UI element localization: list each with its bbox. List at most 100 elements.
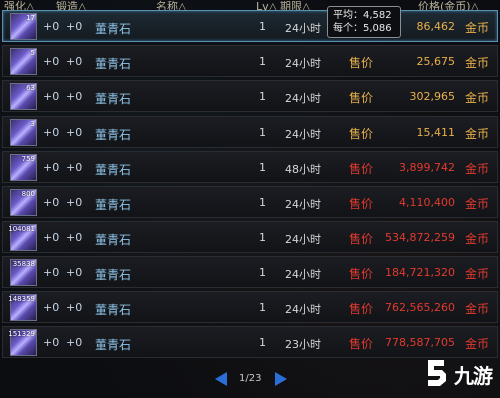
item-name: 董青石 (95, 338, 132, 352)
avg-value: 4,582 (363, 10, 392, 21)
item-name: 董青石 (95, 268, 132, 282)
stack-count: 148359 (8, 295, 35, 303)
price-tooltip: 平均：4,582 每个：5,086 (327, 6, 401, 38)
table-row[interactable]: 35838 +0 +0 董青石 1 24小时 售价 184,721,320 金币 (2, 256, 498, 288)
cordierite-item-icon[interactable]: 5 (10, 48, 37, 75)
cordierite-item-icon[interactable]: 35838 (10, 259, 37, 286)
listing-period: 23小时 (285, 338, 321, 351)
forge-value: +0 (66, 161, 83, 174)
item-level: 1 (259, 161, 266, 174)
listing-period: 24小时 (285, 198, 321, 211)
stack-count: 151329 (8, 330, 35, 338)
stack-count: 759 (21, 155, 35, 163)
price-unit: 金币 (464, 21, 489, 35)
avg-label: 平均： (333, 10, 363, 21)
stack-count: 3 (30, 120, 35, 128)
price-value: 4,110,400 (399, 196, 455, 209)
item-name: 董青石 (95, 92, 132, 106)
listing-period: 24小时 (285, 22, 321, 35)
price-value: 762,565,260 (385, 301, 455, 314)
item-level: 1 (259, 196, 266, 209)
table-row[interactable]: 63 +0 +0 董青石 1 24小时 售价 302,965 金币 (2, 80, 498, 112)
enhance-value: +0 (43, 266, 60, 279)
price-value: 86,462 (416, 20, 456, 33)
price-unit: 金币 (464, 267, 489, 281)
sale-label: 售价 (349, 267, 374, 281)
table-row[interactable]: 148359 +0 +0 董青石 1 24小时 售价 762,565,260 金币 (2, 291, 498, 323)
forge-value: +0 (66, 90, 83, 103)
price-unit: 金币 (464, 91, 489, 105)
cordierite-item-icon[interactable]: 63 (10, 83, 37, 110)
watermark-logo: 九游 (420, 350, 498, 394)
item-level: 1 (259, 266, 266, 279)
sale-label: 售价 (349, 197, 374, 211)
logo-mark-icon (428, 360, 446, 386)
next-page-icon[interactable] (275, 372, 287, 386)
price-value: 15,411 (416, 126, 456, 139)
price-value: 184,721,320 (385, 266, 455, 279)
sale-label: 售价 (349, 127, 374, 141)
forge-value: +0 (66, 231, 83, 244)
enhance-value: +0 (43, 55, 60, 68)
listing-period: 24小时 (285, 57, 321, 70)
price-unit: 金币 (464, 232, 489, 246)
cordierite-item-icon[interactable]: 800 (10, 189, 37, 216)
price-unit: 金币 (464, 162, 489, 176)
table-row[interactable]: 3 +0 +0 董青石 1 24小时 售价 15,411 金币 (2, 116, 498, 148)
enhance-value: +0 (43, 196, 60, 209)
item-level: 1 (259, 231, 266, 244)
table-row[interactable]: 5 +0 +0 董青石 1 24小时 售价 25,675 金币 (2, 45, 498, 77)
cordierite-item-icon[interactable]: 148359 (8, 294, 37, 321)
cordierite-item-icon[interactable]: 104081 (8, 224, 37, 251)
forge-value: +0 (66, 126, 83, 139)
stack-count: 17 (26, 14, 35, 22)
item-name: 董青石 (95, 233, 132, 247)
item-level: 1 (259, 55, 266, 68)
stack-count: 5 (30, 49, 35, 57)
table-row[interactable]: 800 +0 +0 董青石 1 24小时 售价 4,110,400 金币 (2, 186, 498, 218)
forge-value: +0 (66, 301, 83, 314)
forge-value: +0 (66, 20, 83, 33)
enhance-value: +0 (43, 20, 60, 33)
listing-period: 24小时 (285, 128, 321, 141)
price-unit: 金币 (464, 56, 489, 70)
stack-count: 35838 (12, 260, 35, 268)
sale-label: 售价 (349, 232, 374, 246)
cordierite-item-icon[interactable]: 759 (10, 154, 37, 181)
stack-count: 63 (26, 84, 35, 92)
forge-value: +0 (66, 55, 83, 68)
listing-period: 48小时 (285, 163, 321, 176)
table-row[interactable]: 759 +0 +0 董青石 1 48小时 售价 3,899,742 金币 (2, 151, 498, 183)
table-row[interactable]: 104081 +0 +0 董青石 1 24小时 售价 534,872,259 金币 (2, 221, 498, 253)
cordierite-item-icon[interactable]: 3 (10, 119, 37, 146)
sale-label: 售价 (349, 162, 374, 176)
listing-period: 24小时 (285, 303, 321, 316)
forge-value: +0 (66, 196, 83, 209)
enhance-value: +0 (43, 90, 60, 103)
item-name: 董青石 (95, 163, 132, 177)
each-value: 5,086 (363, 23, 392, 34)
price-unit: 金币 (464, 302, 489, 316)
item-name: 董青石 (95, 303, 132, 317)
item-name: 董青石 (95, 57, 132, 71)
price-value: 3,899,742 (399, 161, 455, 174)
cordierite-item-icon[interactable]: 17 (10, 13, 37, 40)
price-value: 778,587,705 (385, 336, 455, 349)
prev-page-icon[interactable] (215, 372, 227, 386)
logo-text: 九游 (454, 364, 493, 388)
each-label: 每个： (333, 23, 363, 34)
sale-label: 售价 (349, 91, 374, 105)
listing-period: 24小时 (285, 92, 321, 105)
stack-count: 800 (21, 190, 35, 198)
price-value: 534,872,259 (385, 231, 455, 244)
cordierite-item-icon[interactable]: 151329 (8, 329, 37, 356)
item-name: 董青石 (95, 22, 132, 36)
pagination: 1/23 (215, 370, 295, 388)
table-row[interactable]: 17 +0 +0 董青石 1 24小时 86,462 金币 (2, 10, 498, 42)
enhance-value: +0 (43, 336, 60, 349)
item-level: 1 (259, 20, 266, 33)
listing-period: 24小时 (285, 268, 321, 281)
stack-count: 104081 (8, 225, 35, 233)
forge-value: +0 (66, 336, 83, 349)
item-name: 董青石 (95, 128, 132, 142)
